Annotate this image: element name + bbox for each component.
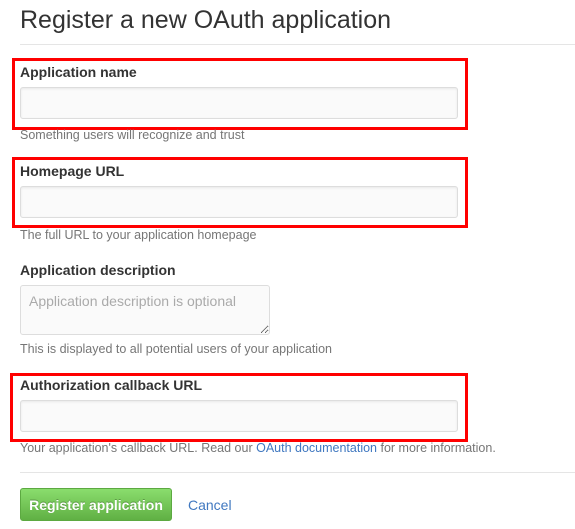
app-name-note: Something users will recognize and trust	[20, 128, 245, 142]
callback-url-input[interactable]	[20, 400, 458, 432]
homepage-url-label: Homepage URL	[20, 163, 125, 179]
divider	[20, 44, 575, 45]
register-application-button[interactable]: Register application	[20, 488, 172, 521]
oauth-docs-link[interactable]: OAuth documentation	[256, 441, 377, 455]
callback-url-note: Your application's callback URL. Read ou…	[20, 441, 496, 455]
homepage-url-note: The full URL to your application homepag…	[20, 228, 257, 242]
app-name-label: Application name	[20, 64, 137, 80]
app-name-input[interactable]	[20, 87, 458, 119]
description-note: This is displayed to all potential users…	[20, 342, 332, 356]
note-text: for more information.	[377, 441, 496, 455]
callback-url-label: Authorization callback URL	[20, 377, 203, 393]
homepage-url-input[interactable]	[20, 186, 458, 218]
note-text: Your application's callback URL. Read ou…	[20, 441, 257, 455]
description-textarea[interactable]	[20, 285, 270, 335]
cancel-link[interactable]: Cancel	[188, 497, 232, 513]
description-label: Application description	[20, 262, 176, 278]
divider	[20, 472, 575, 473]
page-title: Register a new OAuth application	[20, 6, 392, 34]
